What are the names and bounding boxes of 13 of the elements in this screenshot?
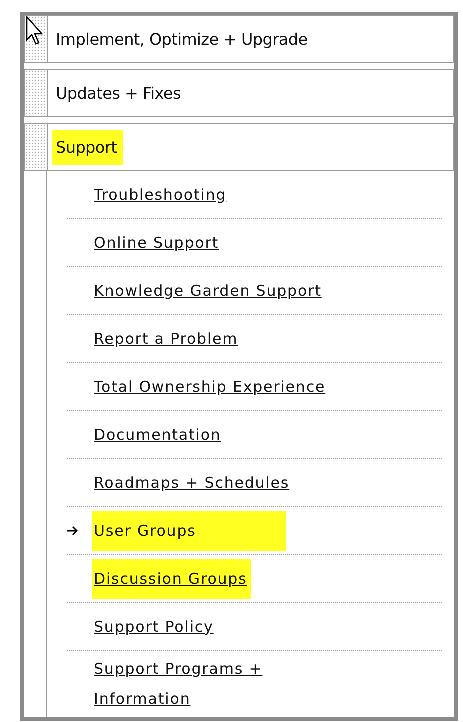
submenu-link[interactable]: Documentation [92, 414, 226, 454]
submenu-link[interactable]: Total Ownership Experience [92, 366, 330, 406]
submenu-link[interactable]: Report a Problem [92, 318, 242, 358]
submenu-link[interactable]: User Groups [92, 510, 286, 550]
submenu-link[interactable]: Roadmaps + Schedules [92, 462, 294, 502]
submenu-link[interactable]: Online Support [92, 222, 224, 262]
submenu-link[interactable]: Support Programs + Information [92, 654, 296, 714]
section-link[interactable]: Support [52, 130, 124, 164]
submenu-link[interactable]: Knowledge Garden Support [92, 270, 326, 310]
submenu-link[interactable]: Support Policy [92, 606, 218, 646]
mouse-pointer-icon [26, 16, 44, 46]
submenu-link[interactable]: Troubleshooting [92, 174, 231, 214]
submenu-link[interactable]: Discussion Groups [92, 558, 252, 598]
